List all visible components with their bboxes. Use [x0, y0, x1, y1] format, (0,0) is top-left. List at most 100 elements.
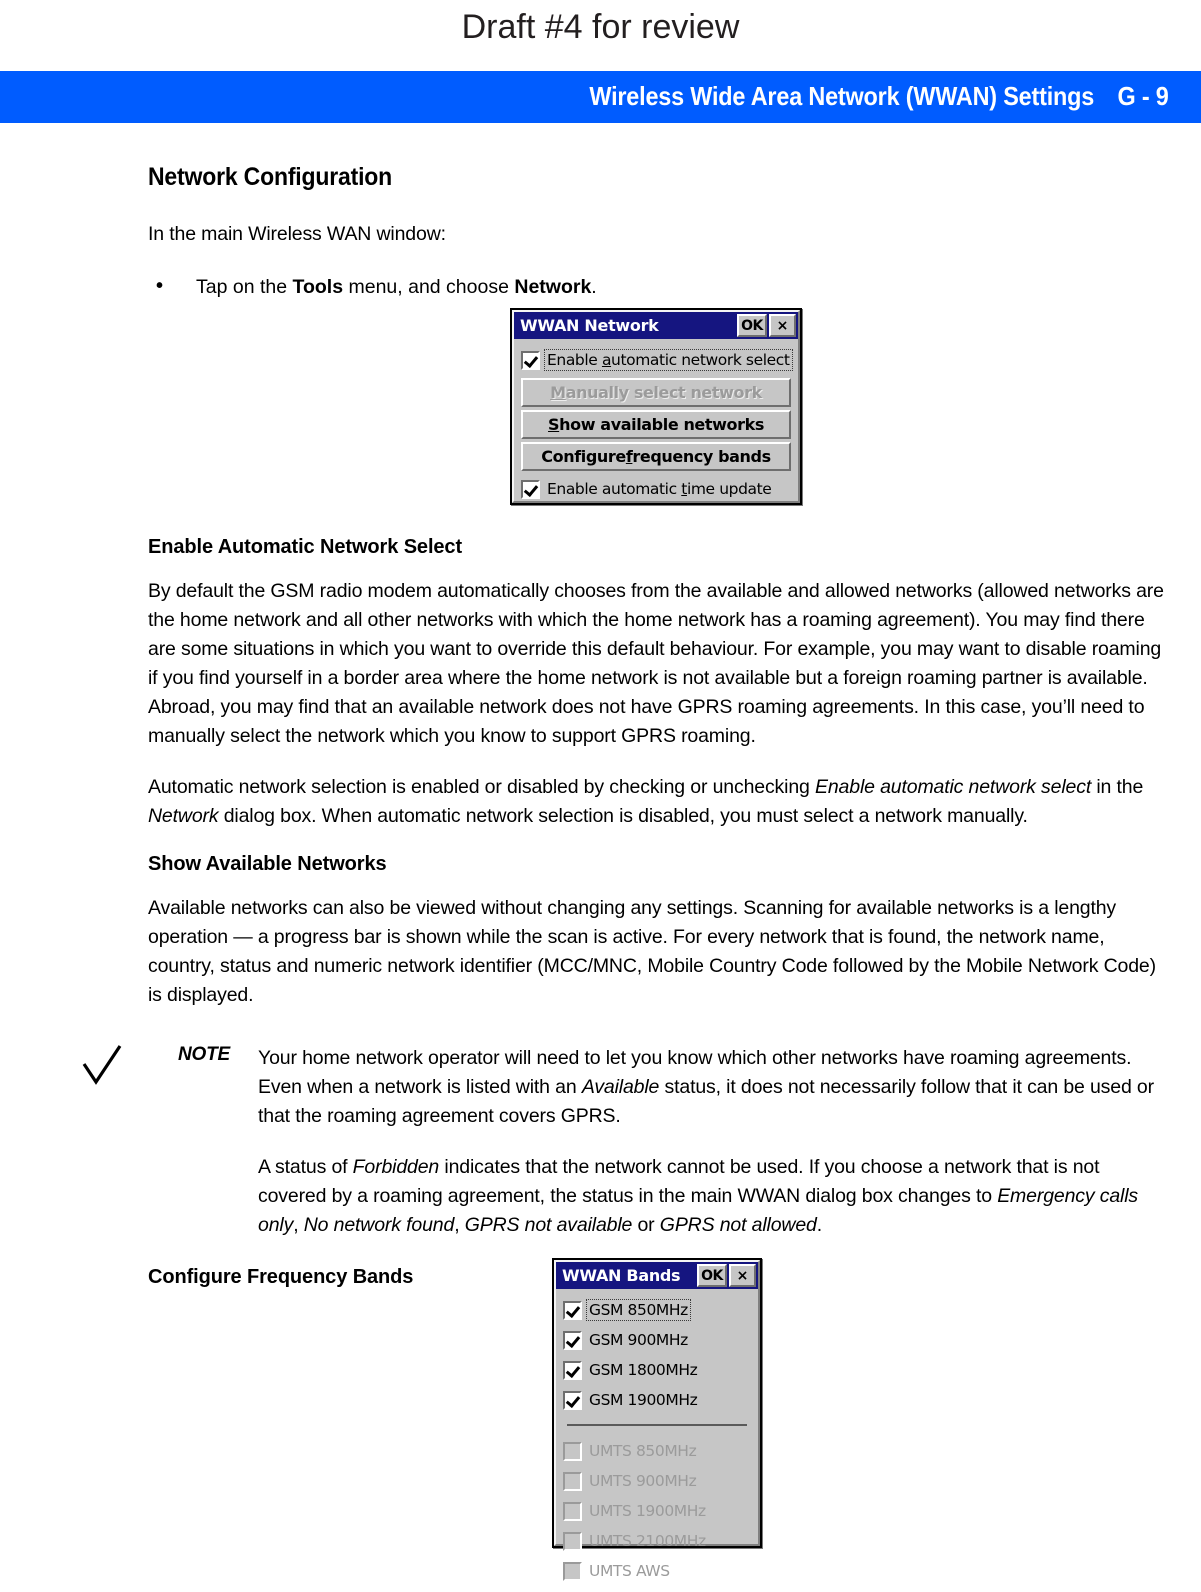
label-pre-auto-select: Enable: [547, 351, 602, 369]
checkbox-box-umts-850[interactable]: [563, 1441, 582, 1461]
paragraph-auto-select-2: Automatic network selection is enabled o…: [148, 773, 1168, 831]
note-p2-italic-gprs-unavailable: GPRS not available: [464, 1214, 633, 1236]
wwan-network-dialog-inner: WWAN Network OK × Enable automatic netwo…: [512, 310, 800, 503]
wwan-bands-body: GSM 850MHz GSM 900MHz GSM 1800MHz GSM 19…: [556, 1289, 758, 1592]
page-header-text: Wireless Wide Area Network (WWAN) Settin…: [590, 81, 1169, 112]
checkbox-box-umts-1900[interactable]: [563, 1501, 582, 1521]
btn-pre-configure: Configure: [541, 447, 626, 466]
checkbox-gsm-850[interactable]: GSM 850MHz: [563, 1295, 751, 1325]
btn-accel-manual: M: [550, 383, 566, 402]
checkbox-box-auto-select[interactable]: [521, 350, 540, 370]
page-title: Network Configuration: [148, 163, 393, 191]
checkbox-label-gsm-850: GSM 850MHz: [586, 1299, 691, 1321]
heading-show-available-networks: Show Available Networks: [148, 853, 387, 875]
checkbox-gsm-900[interactable]: GSM 900MHz: [563, 1325, 751, 1355]
note-p1-italic-available: Available: [581, 1076, 660, 1098]
wwan-network-title: WWAN Network: [520, 316, 659, 335]
checkbox-enable-automatic-time-update[interactable]: Enable automatic time update: [521, 474, 791, 504]
checkbox-label-gsm-900: GSM 900MHz: [589, 1331, 688, 1349]
checkbox-label-time-update: Enable automatic time update: [547, 480, 772, 498]
note-p2-text-6: .: [816, 1214, 823, 1236]
paragraph-auto-select-1: By default the GSM radio modem automatic…: [148, 580, 1164, 747]
bullet-bold-network: Network: [514, 276, 592, 298]
checkmark-icon: [82, 1045, 122, 1085]
checkbox-box-gsm-900[interactable]: [563, 1330, 582, 1350]
wwan-bands-dialog-inner: WWAN Bands OK × GSM 850MHz GSM 900MHz GS…: [554, 1260, 760, 1581]
checkbox-box-umts-aws[interactable]: [563, 1561, 582, 1581]
note-label: NOTE: [178, 1044, 230, 1065]
checkbox-box-umts-2100[interactable]: [563, 1531, 582, 1551]
checkbox-umts-900[interactable]: UMTS 900MHz: [563, 1466, 751, 1496]
configure-frequency-bands-button[interactable]: Configure f requency bands: [521, 442, 791, 471]
bullet-text-middle: menu, and choose: [343, 276, 515, 298]
checkbox-umts-850[interactable]: UMTS 850MHz: [563, 1436, 751, 1466]
para2-text-3: dialog box. When automatic network selec…: [218, 805, 1028, 827]
checkbox-box-gsm-1900[interactable]: [563, 1390, 582, 1410]
btn-post-show: how available networks: [559, 415, 764, 434]
bullet-text-before: Tap on the: [196, 276, 293, 298]
note-p2-italic-nonetwork: No network found: [303, 1214, 455, 1236]
checkbox-label-gsm-1900: GSM 1900MHz: [589, 1391, 698, 1409]
paragraph-show-available: Available networks can also be viewed wi…: [148, 897, 1156, 1006]
para2-text-2: in the: [1091, 776, 1144, 798]
close-icon[interactable]: ×: [769, 314, 796, 337]
checkbox-gsm-1800[interactable]: GSM 1800MHz: [563, 1355, 751, 1385]
page-header-band: Wireless Wide Area Network (WWAN) Settin…: [0, 71, 1201, 123]
btn-accel-show: S: [548, 415, 560, 434]
ok-button[interactable]: OK: [697, 1264, 727, 1287]
bullet-text-after: .: [591, 276, 597, 298]
label-post-auto-select: utomatic network select: [611, 351, 790, 369]
bullet-marker: •: [156, 275, 164, 297]
show-available-networks-button[interactable]: Show available networks: [521, 410, 791, 439]
checkbox-gsm-1900[interactable]: GSM 1900MHz: [563, 1385, 751, 1415]
btn-post-configure: requency bands: [632, 447, 771, 466]
checkbox-label-umts-1900: UMTS 1900MHz: [589, 1502, 706, 1520]
label-accel-auto-select: a: [601, 351, 612, 369]
wwan-network-body: Enable automatic network select Manually…: [514, 339, 798, 510]
note-p2-text-3: ,: [293, 1214, 304, 1236]
ok-button[interactable]: OK: [737, 314, 767, 337]
wwan-network-titlebar: WWAN Network OK ×: [514, 312, 798, 339]
close-icon[interactable]: ×: [729, 1264, 756, 1287]
heading-enable-automatic-network-select: Enable Automatic Network Select: [148, 536, 463, 558]
note-paragraph-2: A status of Forbidden indicates that the…: [258, 1153, 1168, 1240]
checkbox-box-gsm-850[interactable]: [563, 1300, 582, 1320]
checkbox-umts-1900[interactable]: UMTS 1900MHz: [563, 1496, 751, 1526]
note-p2-text-4: ,: [454, 1214, 465, 1236]
checkbox-label-umts-900: UMTS 900MHz: [589, 1472, 697, 1490]
intro-paragraph: In the main Wireless WAN window:: [148, 223, 446, 245]
wwan-network-dialog[interactable]: WWAN Network OK × Enable automatic netwo…: [510, 308, 802, 505]
note-p2-italic-forbidden: Forbidden: [352, 1156, 440, 1178]
note-p2-italic-gprs-notallowed: GPRS not allowed: [659, 1214, 817, 1236]
checkbox-umts-aws[interactable]: UMTS AWS: [563, 1556, 751, 1586]
bullet-item-tools-network: • Tap on the Tools menu, and choose Netw…: [148, 273, 1168, 302]
page-header-title: Wireless Wide Area Network (WWAN) Settin…: [589, 81, 1095, 111]
checkbox-label-umts-2100: UMTS 2100MHz: [589, 1532, 706, 1550]
page-number: G - 9: [1117, 81, 1169, 111]
checkbox-box-time-update[interactable]: [521, 479, 540, 499]
checkbox-label-umts-aws: UMTS AWS: [589, 1562, 670, 1580]
note-p2-text-1: A status of: [258, 1156, 353, 1178]
label-pre-time-update: Enable automatic: [547, 480, 682, 498]
wwan-bands-dialog[interactable]: WWAN Bands OK × GSM 850MHz GSM 900MHz GS…: [552, 1258, 762, 1581]
note-paragraph-1: Your home network operator will need to …: [258, 1044, 1168, 1131]
checkbox-enable-automatic-network-select[interactable]: Enable automatic network select: [521, 345, 793, 375]
para2-text-1: Automatic network selection is enabled o…: [148, 776, 815, 798]
btn-post-manual: anually select network: [565, 383, 763, 402]
note-block: NOTE Your home network operator will nee…: [82, 1044, 1168, 1240]
checkbox-umts-2100[interactable]: UMTS 2100MHz: [563, 1526, 751, 1556]
bullet-bold-tools: Tools: [292, 276, 344, 298]
note-p2-text-5: or: [632, 1214, 660, 1236]
checkbox-label-auto-select: Enable automatic network select: [544, 349, 793, 371]
label-post-time-update: ime update: [686, 480, 772, 498]
wwan-bands-titlebar: WWAN Bands OK ×: [556, 1262, 758, 1289]
draft-watermark-text: Draft #4 for review: [461, 8, 740, 46]
bands-separator: [567, 1424, 747, 1428]
wwan-bands-title: WWAN Bands: [562, 1266, 681, 1285]
manually-select-network-button[interactable]: Manually select network: [521, 378, 791, 407]
draft-watermark: Draft #4 for review: [0, 0, 1201, 68]
checkbox-box-gsm-1800[interactable]: [563, 1360, 582, 1380]
checkbox-box-umts-900[interactable]: [563, 1471, 582, 1491]
para2-italic-2: Network: [148, 805, 219, 827]
checkbox-label-gsm-1800: GSM 1800MHz: [589, 1361, 698, 1379]
